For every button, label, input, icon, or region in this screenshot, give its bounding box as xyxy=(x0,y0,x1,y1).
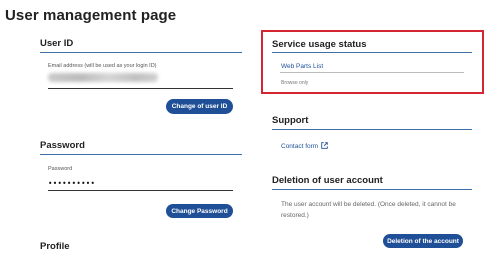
service-usage-divider xyxy=(272,52,472,53)
password-field-underline xyxy=(48,190,233,191)
deletion-divider xyxy=(272,189,472,190)
password-field-label: Password xyxy=(48,166,73,172)
password-heading: Password xyxy=(40,140,85,151)
web-parts-list-underline xyxy=(280,72,464,73)
deletion-heading: Deletion of user account xyxy=(272,175,383,186)
password-field-value[interactable]: •••••••••• xyxy=(48,180,95,188)
contact-form-link[interactable]: Contact form xyxy=(281,142,328,151)
web-parts-list-link[interactable]: Web Parts List xyxy=(281,63,323,70)
contact-form-label: Contact form xyxy=(281,143,319,150)
password-divider xyxy=(40,154,242,155)
user-id-heading: User ID xyxy=(40,38,74,49)
external-link-icon xyxy=(321,142,328,151)
deletion-description: The user account will be deleted. (Once … xyxy=(281,201,456,219)
support-heading: Support xyxy=(272,115,309,126)
browse-only-note: Browse only xyxy=(281,80,309,86)
user-id-divider xyxy=(40,52,242,53)
change-password-button[interactable]: Change Password xyxy=(166,204,233,218)
change-user-id-button[interactable]: Change of user ID xyxy=(166,99,233,114)
delete-account-button[interactable]: Deletion of the account xyxy=(383,234,463,248)
email-field-value-redacted xyxy=(48,73,158,82)
email-field-underline xyxy=(48,88,233,89)
support-divider xyxy=(272,129,472,130)
service-usage-heading: Service usage status xyxy=(272,39,367,50)
profile-heading: Profile xyxy=(40,241,70,252)
page-title: User management page xyxy=(5,7,177,24)
email-field-label: Email address (will be used as your logi… xyxy=(48,63,157,69)
